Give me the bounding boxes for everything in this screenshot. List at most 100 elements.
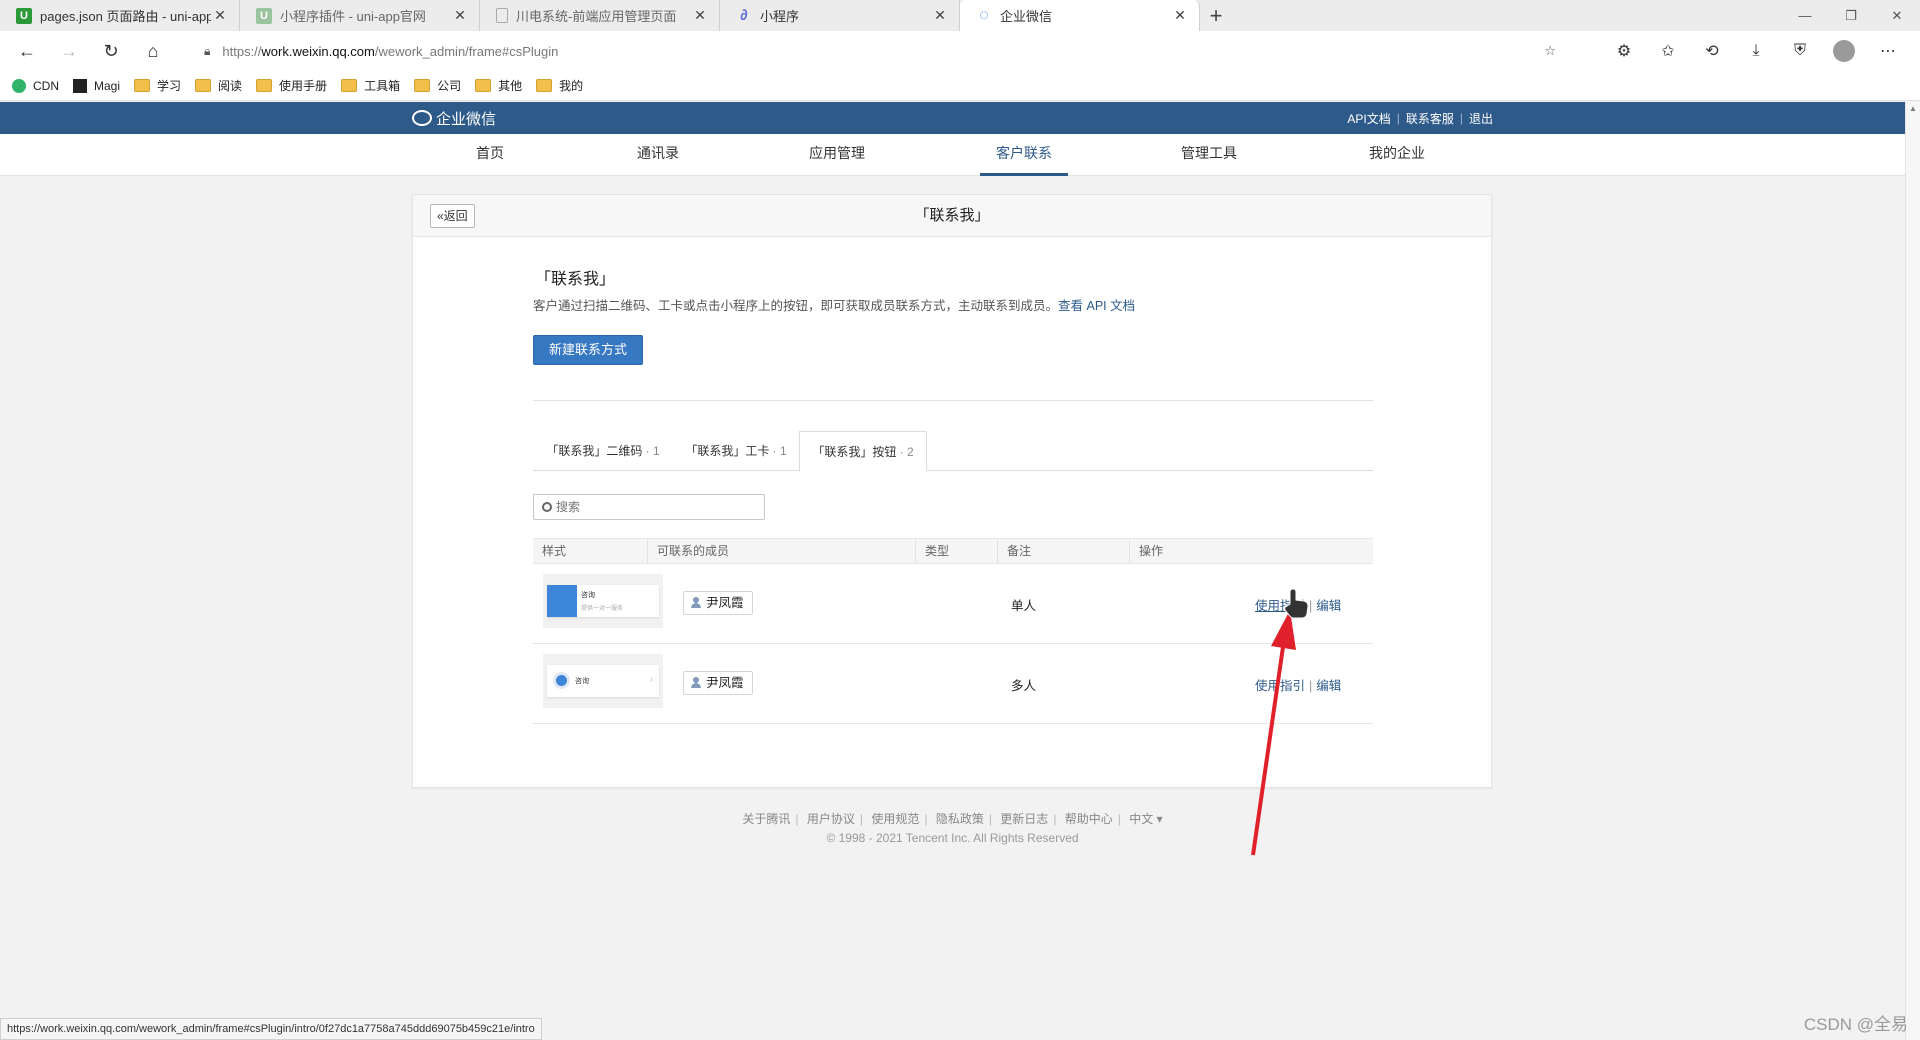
- member-name: 尹凤霞: [706, 676, 744, 690]
- intro-text: 客户通过扫描二维码、工卡或点击小程序上的按钮，即可获取成员联系方式，主动联系到成…: [533, 299, 1059, 313]
- close-icon[interactable]: ✕: [1171, 7, 1189, 24]
- card-header: 「联系我」 «返回: [413, 195, 1491, 237]
- tab-count: · 2: [896, 445, 914, 459]
- logout-link[interactable]: 退出: [1469, 110, 1493, 127]
- more-icon[interactable]: ⋯: [1866, 41, 1910, 61]
- close-window-icon[interactable]: ✕: [1874, 0, 1920, 31]
- footer-link[interactable]: 隐私政策: [936, 812, 984, 826]
- footer-link[interactable]: 帮助中心: [1065, 812, 1113, 826]
- bookmark-folder[interactable]: 我的: [536, 77, 583, 94]
- refresh-icon[interactable]: ↻: [90, 31, 132, 71]
- wework-logo[interactable]: 企业微信: [412, 102, 496, 134]
- close-icon[interactable]: ✕: [211, 7, 229, 24]
- edit-link[interactable]: 编辑: [1316, 599, 1341, 613]
- nav-contacts[interactable]: 通讯录: [630, 134, 686, 176]
- bookmark-cdn[interactable]: CDN: [12, 78, 59, 93]
- style-preview-multi: 咨询 ›: [543, 654, 663, 708]
- close-icon[interactable]: ✕: [451, 7, 469, 24]
- style-preview-single: 咨询 提供一对一服务: [543, 574, 663, 628]
- edit-link[interactable]: 编辑: [1316, 679, 1341, 693]
- history-icon[interactable]: ⟲: [1690, 41, 1734, 61]
- home-icon[interactable]: ⌂: [132, 31, 174, 71]
- extensions-icon[interactable]: ⚙: [1602, 41, 1646, 61]
- member-name: 尹凤霞: [706, 596, 744, 610]
- bookmark-label: 使用手册: [279, 79, 328, 93]
- footer-link[interactable]: 关于腾讯: [742, 812, 790, 826]
- close-icon[interactable]: ✕: [691, 7, 709, 24]
- api-doc-link[interactable]: API文档: [1347, 110, 1390, 127]
- bookmark-folder[interactable]: 学习: [134, 77, 181, 94]
- usage-guide-link[interactable]: 使用指引: [1255, 679, 1305, 693]
- forward-arrow-icon[interactable]: →: [48, 31, 90, 71]
- browser-essentials-icon[interactable]: ⛨: [1778, 42, 1822, 60]
- bookmark-label: 我的: [559, 79, 584, 93]
- url-host: work.weixin.qq.com: [261, 43, 375, 59]
- window-controls: — ❐ ✕: [1782, 0, 1920, 31]
- tab-button[interactable]: 「联系我」按钮 · 2: [799, 431, 927, 472]
- contact-table: 样式 可联系的成员 类型 备注 操作 咨询 提供一对一服务 尹凤霞 单人 使用指…: [533, 538, 1373, 724]
- miniprogram-icon: ∂: [740, 7, 748, 24]
- tab-label: 「联系我」按钮: [812, 445, 897, 459]
- bookmark-folder[interactable]: 其他: [475, 77, 522, 94]
- row-actions: 使用指引 | 编辑: [1255, 675, 1341, 694]
- browser-toolbar: ← → ↻ ⌂ 🔒︎ https://work.weixin.qq.com/we…: [0, 31, 1920, 71]
- toolbar-actions: ⚙ ✩ ⟲ ⤓ ⛨ ⋯: [1602, 31, 1910, 71]
- nav-app-management[interactable]: 应用管理: [802, 134, 872, 176]
- back-arrow-icon[interactable]: ←: [6, 31, 48, 71]
- search-input[interactable]: [556, 500, 746, 514]
- member-tag: 尹凤霞: [683, 591, 753, 615]
- browser-tab[interactable]: 川电系统-前端应用管理页面 ✕: [480, 0, 720, 31]
- nav-customer-contact[interactable]: 客户联系: [980, 134, 1068, 176]
- folder-icon: [536, 79, 553, 92]
- bookmark-folder[interactable]: 公司: [414, 77, 461, 94]
- table-header: 样式 可联系的成员 类型 备注 操作: [533, 538, 1373, 564]
- add-favorite-icon[interactable]: ☆: [1544, 43, 1556, 59]
- usage-guide-link[interactable]: 使用指引: [1255, 599, 1305, 613]
- bookmark-folder[interactable]: 使用手册: [256, 77, 327, 94]
- separator: |: [1459, 111, 1463, 125]
- browser-tab[interactable]: U pages.json 页面路由 - uni-app官 ✕: [0, 0, 240, 31]
- folder-icon: [134, 79, 151, 92]
- bookmark-magi[interactable]: Magi: [73, 78, 121, 93]
- browser-tab[interactable]: ∂ 小程序 ✕: [720, 0, 960, 31]
- download-icon[interactable]: ⤓: [1734, 42, 1778, 60]
- bookmark-folder[interactable]: 工具箱: [341, 77, 400, 94]
- nav-management-tools[interactable]: 管理工具: [1174, 134, 1244, 176]
- new-tab-icon[interactable]: +: [1200, 0, 1232, 31]
- minimize-icon[interactable]: —: [1782, 0, 1828, 31]
- folder-icon: [341, 79, 358, 92]
- contact-me-card: 「联系我」 «返回 「联系我」 客户通过扫描二维码、工卡或点击小程序上的按钮，即…: [412, 194, 1492, 788]
- search-box[interactable]: [533, 494, 765, 520]
- footer-link[interactable]: 使用规范: [871, 812, 919, 826]
- lock-icon[interactable]: 🔒︎: [204, 44, 210, 59]
- footer-link[interactable]: 用户协议: [807, 812, 855, 826]
- profile-avatar-icon[interactable]: [1833, 40, 1855, 62]
- header-links: API文档 | 联系客服 | 退出: [1347, 102, 1493, 134]
- contact-tabs: 「联系我」二维码 · 1 「联系我」工卡 · 1 「联系我」按钮 · 2: [533, 431, 1373, 472]
- browser-tab-active[interactable]: ◌ 企业微信 ✕: [960, 0, 1200, 31]
- scroll-up-icon[interactable]: ▲: [1909, 104, 1917, 113]
- watermark: CSDN @全易: [1803, 1015, 1908, 1034]
- bookmark-label: Magi: [94, 78, 121, 93]
- nav-home[interactable]: 首页: [466, 134, 514, 176]
- back-button[interactable]: «返回: [430, 204, 475, 228]
- browser-tab[interactable]: U 小程序插件 - uni-app官网 ✕: [240, 0, 480, 31]
- tab-qrcode[interactable]: 「联系我」二维码 · 1: [533, 431, 673, 471]
- new-contact-method-button[interactable]: 新建联系方式: [533, 335, 643, 365]
- contact-support-link[interactable]: 联系客服: [1406, 110, 1454, 127]
- close-icon[interactable]: ✕: [931, 7, 949, 24]
- bookmark-folder[interactable]: 阅读: [195, 77, 242, 94]
- tab-badge-card[interactable]: 「联系我」工卡 · 1: [673, 431, 799, 471]
- vertical-scrollbar[interactable]: ▲: [1905, 102, 1920, 1040]
- footer-link[interactable]: 更新日志: [1000, 812, 1048, 826]
- column-header: 备注: [997, 539, 1129, 563]
- language-selector[interactable]: 中文 ▾: [1129, 812, 1162, 826]
- nav-my-enterprise[interactable]: 我的企业: [1360, 134, 1434, 176]
- favorites-icon[interactable]: ✩: [1646, 41, 1690, 61]
- address-bar[interactable]: 🔒︎ https://work.weixin.qq.com/wework_adm…: [190, 37, 1570, 65]
- restore-icon[interactable]: ❐: [1828, 0, 1874, 31]
- browser-tab-strip: U pages.json 页面路由 - uni-app官 ✕ U 小程序插件 -…: [0, 0, 1920, 31]
- user-icon: [691, 677, 701, 689]
- folder-icon: [195, 79, 212, 92]
- api-doc-inline-link[interactable]: 查看 API 文档: [1058, 299, 1135, 313]
